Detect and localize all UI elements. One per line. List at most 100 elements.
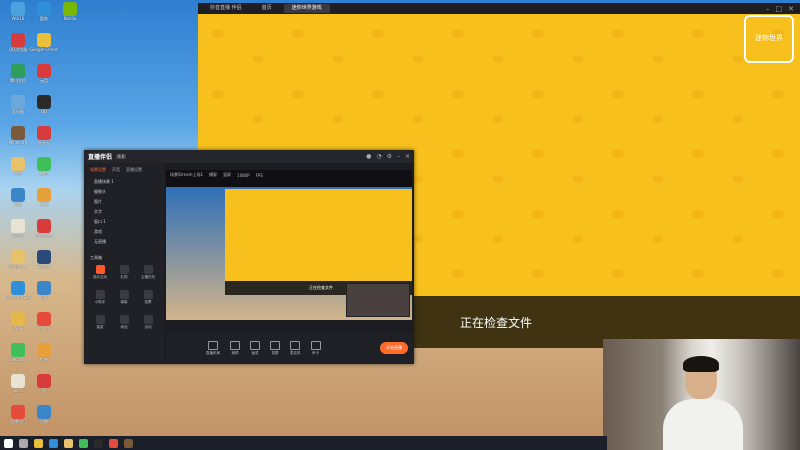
desktop-icon[interactable]: PR [30, 281, 58, 309]
preview-toolbar-item[interactable]: FPS [256, 173, 263, 178]
desktop-icon[interactable]: 微信 [30, 157, 58, 185]
desktop-icon[interactable]: 网易游戏 [30, 219, 58, 247]
tool-button[interactable]: 主播任务 [136, 265, 160, 280]
tab-home[interactable]: 首页 [254, 4, 280, 13]
desktop-icon[interactable]: WPS [4, 312, 32, 340]
scene-item[interactable]: 文字 [84, 207, 164, 217]
taskbar-edge-icon[interactable] [49, 438, 58, 448]
bottom-tool-icon [270, 340, 280, 350]
desktop-icon[interactable]: Google Chrome [30, 33, 58, 61]
desktop-icon[interactable]: Boss [4, 374, 32, 402]
desktop-icon[interactable]: Microsoft Edge [4, 281, 32, 309]
desktop-icon[interactable]: PS [30, 374, 58, 402]
desktop-icon[interactable]: Minecraft [4, 126, 32, 154]
minimize-icon[interactable]: – [397, 153, 400, 160]
preview-toolbar-item[interactable]: 竖屏 [223, 172, 231, 178]
scene-item[interactable]: 直播场景 1 [84, 177, 164, 187]
left-tab[interactable]: 场景设置 [90, 167, 106, 173]
taskbar-live-icon[interactable] [109, 438, 118, 448]
desktop-icon[interactable]: Win10 [4, 2, 32, 30]
desktop-icon[interactable]: 直播伴侣 [4, 405, 32, 433]
scene-item[interactable]: 游戏 [84, 227, 164, 237]
window-controls: – □ ✕ [766, 5, 800, 13]
left-tab[interactable]: 直播设置 [126, 167, 142, 173]
desktop-icon[interactable]: Steam [30, 250, 58, 278]
preview-webcam [346, 283, 410, 317]
desktop-icon[interactable]: Project_1 [4, 250, 32, 278]
bottom-tool-button[interactable]: 美颜 [230, 340, 240, 356]
scene-item[interactable]: 摄像头 [84, 187, 164, 197]
taskbar-chrome-icon[interactable] [34, 438, 43, 448]
tab-game[interactable]: 迷你世界游戏 [283, 4, 330, 13]
bottom-tool-button[interactable]: 画质 [250, 340, 260, 356]
desktop-icon[interactable]: 文件 [4, 157, 32, 185]
app-icon [11, 33, 25, 47]
desktop-icon[interactable]: 网络 [4, 188, 32, 216]
scene-item[interactable]: 无直播 [84, 237, 164, 247]
desktop-icon[interactable]: 剪映 [30, 343, 58, 371]
desktop-icon[interactable]: WeGame [4, 343, 32, 371]
scene-item[interactable]: 窗口 1 [84, 217, 164, 227]
desktop-icon[interactable]: 云盘 [30, 64, 58, 92]
tool-icon [143, 290, 153, 299]
desktop-icon-label: Win10 [11, 16, 25, 21]
desktop-icon[interactable]: Nvidia [56, 2, 84, 30]
taskbar-search-icon[interactable] [19, 438, 28, 448]
game-logo: 迷你世界 [744, 15, 794, 63]
tool-button[interactable]: 抽奖 [88, 315, 112, 330]
app-icon [37, 219, 51, 233]
scene-item[interactable]: 图片 [84, 197, 164, 207]
preview-toolbar-item[interactable]: 1080P [237, 173, 250, 178]
desktop-icon[interactable]: 迅雷 [30, 405, 58, 433]
tool-button[interactable]: 活动 [136, 315, 160, 330]
close-icon[interactable]: ✕ [405, 153, 410, 160]
taskbar-start-icon[interactable] [4, 438, 13, 448]
left-tab[interactable]: 声音 [112, 167, 120, 173]
bottom-tool-button[interactable]: 录屏 [270, 340, 280, 356]
desktop-icon[interactable]: 网易云 [30, 126, 58, 154]
tool-button[interactable]: 观众互动 [88, 265, 112, 280]
tab-live-companion[interactable]: 抖音直播 伴侣 [202, 4, 250, 13]
desktop-icon[interactable]: 此电脑 [4, 95, 32, 123]
left-tabs: 场景设置 声音 直播设置 [84, 163, 164, 177]
tool-button[interactable]: 投票 [136, 290, 160, 305]
app-titlebar: 直播伴侣 9.6 ● ◔ ⚙ – ✕ [84, 150, 414, 163]
taskbar-minecraft-icon[interactable] [124, 438, 133, 448]
bottom-tool-button[interactable]: 直播布局 [206, 340, 220, 356]
loading-status-text: 正在检查文件 [460, 316, 533, 330]
tool-button[interactable]: 礼物 [112, 265, 136, 280]
desktop-icon-label: QQ浏览器 [8, 47, 28, 52]
tool-button[interactable]: 商品 [112, 315, 136, 330]
preview-toolbar-item[interactable]: 横屏 [209, 172, 217, 178]
minimize-icon[interactable]: – [766, 5, 770, 13]
desktop-icon[interactable]: 腾讯文档 [4, 64, 32, 92]
desktop-icon[interactable]: Zoom [4, 219, 32, 247]
avatar-icon[interactable]: ● [366, 153, 371, 160]
tool-button[interactable]: 小助手 [88, 290, 112, 305]
desktop-icon[interactable]: QQ [30, 95, 58, 123]
desktop-icon[interactable]: 酷狗 [30, 2, 58, 30]
bell-icon[interactable]: ◔ [376, 153, 381, 160]
settings-icon[interactable]: ⚙ [387, 153, 392, 160]
tool-button[interactable]: 弹幕 [112, 290, 136, 305]
desktop-icon[interactable]: 原神 [30, 188, 58, 216]
bottom-tool-button[interactable]: 麦克风 [290, 340, 301, 356]
close-icon[interactable]: ✕ [788, 5, 794, 13]
preview-toolbar-item[interactable]: 场景Stream上场1 [170, 172, 203, 178]
bottom-tool-button[interactable]: 声卡 [310, 340, 321, 356]
bottom-tool-icon [290, 340, 301, 350]
taskbar-wechat-icon[interactable] [79, 438, 88, 448]
tool-icon [143, 315, 153, 324]
taskbar-qq-icon[interactable] [94, 438, 103, 448]
preview-screen[interactable]: 正在检查文件 [166, 187, 412, 320]
taskbar-explorer-icon[interactable] [64, 438, 73, 448]
tool-icon [95, 315, 105, 324]
desktop-icon[interactable]: Word [30, 312, 58, 340]
taskbar [0, 436, 607, 450]
maximize-icon[interactable]: □ [776, 5, 783, 13]
app-title-icons: ● ◔ ⚙ – ✕ [366, 153, 410, 160]
tool-label: 抽奖 [96, 325, 104, 329]
app-icon [11, 188, 25, 202]
go-live-button[interactable]: 开始直播 [380, 342, 408, 354]
desktop-icon[interactable]: QQ浏览器 [4, 33, 32, 61]
